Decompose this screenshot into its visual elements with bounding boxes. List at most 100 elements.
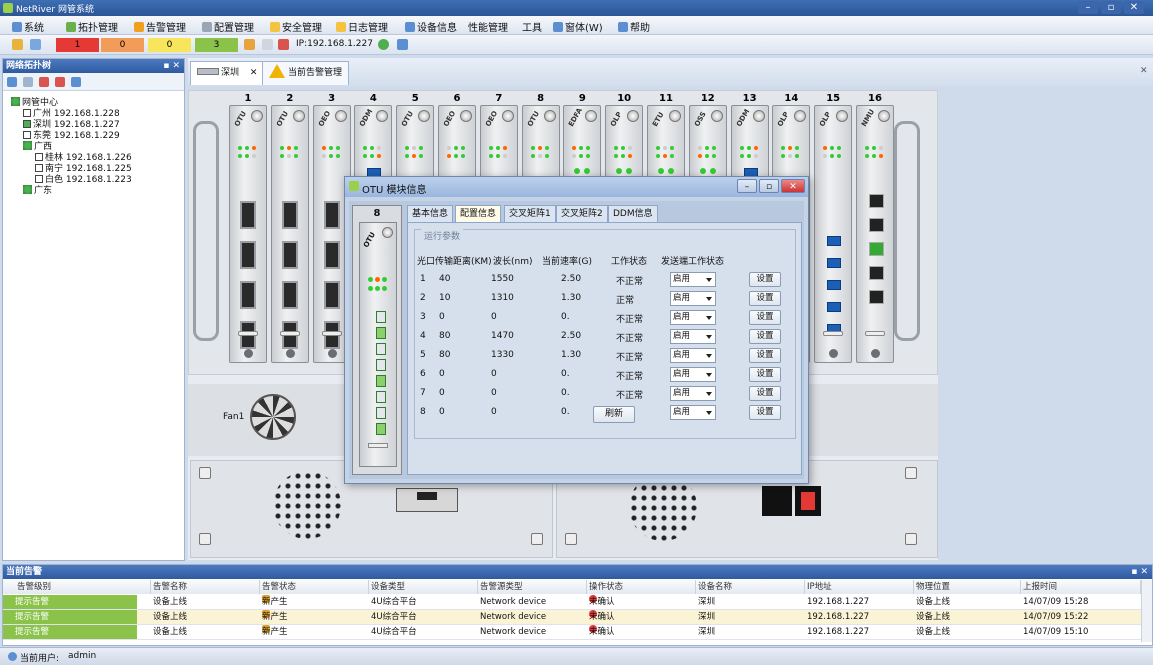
alarm-panel-close-icon[interactable]: ▪ ✕	[1131, 565, 1148, 579]
set-button[interactable]: 设置	[749, 329, 781, 344]
tab-current-alarms[interactable]: 当前告警管理	[262, 61, 350, 85]
menu-item-7[interactable]: 性能管理	[468, 19, 508, 34]
slot-card-16[interactable]: NMU	[856, 105, 894, 363]
fiber-port-icon[interactable]	[827, 258, 842, 268]
tx-state-select[interactable]: 启用	[670, 272, 716, 287]
menu-item-6[interactable]: 设备信息	[405, 19, 457, 34]
close-button[interactable]: ✕	[1124, 1, 1144, 14]
menu-item-4[interactable]: 安全管理	[270, 19, 322, 34]
fiber-port-icon[interactable]	[827, 280, 842, 290]
alarm-counter-2[interactable]: 0	[148, 38, 191, 52]
save-icon[interactable]	[12, 39, 23, 50]
set-button[interactable]: 设置	[749, 291, 781, 306]
refresh-icon[interactable]	[378, 39, 389, 50]
power-switch-icon[interactable]	[795, 486, 821, 516]
scrollbar[interactable]	[1141, 580, 1152, 642]
alarm-column-header[interactable]: 上报时间	[1021, 580, 1141, 594]
menu-item-9[interactable]: 窗体(W)	[553, 19, 603, 34]
fan-icon[interactable]	[250, 394, 296, 440]
alarm-column-header[interactable]: 操作状态	[587, 580, 696, 594]
sfp-port-icon[interactable]	[323, 201, 340, 229]
tx-state-select[interactable]: 启用	[670, 405, 716, 420]
menu-item-10[interactable]: 帮助	[618, 19, 650, 34]
dialog-tab-4[interactable]: DDM信息	[608, 205, 658, 223]
menu-item-8[interactable]: 工具	[522, 19, 542, 34]
refresh-tree-icon[interactable]	[71, 77, 81, 87]
set-button[interactable]: 设置	[749, 272, 781, 287]
ethernet-port-icon[interactable]	[869, 266, 884, 280]
tx-state-select[interactable]: 启用	[670, 329, 716, 344]
minimize-button[interactable]: –	[1078, 1, 1098, 14]
alarm-counter-3[interactable]: 3	[195, 38, 238, 52]
tx-state-select[interactable]: 启用	[670, 310, 716, 325]
set-button[interactable]: 设置	[749, 348, 781, 363]
refresh-button[interactable]: 刷新	[593, 406, 635, 423]
sfp-port-icon[interactable]	[240, 281, 256, 309]
remove-icon[interactable]	[23, 77, 33, 87]
alarm-column-header[interactable]: 设备名称	[696, 580, 805, 594]
menu-item-2[interactable]: 告警管理	[134, 19, 186, 34]
set-button[interactable]: 设置	[749, 367, 781, 382]
device-icon[interactable]	[262, 39, 273, 50]
set-button[interactable]: 设置	[749, 310, 781, 325]
ethernet-port-icon[interactable]	[869, 218, 884, 232]
tx-state-select[interactable]: 启用	[670, 367, 716, 382]
dialog-tab-0[interactable]: 基本信息	[407, 205, 454, 223]
sfp-port-icon[interactable]	[281, 281, 298, 309]
set-button[interactable]: 设置	[749, 405, 781, 420]
slot-card-1[interactable]: OTU	[229, 105, 267, 363]
alarm-row[interactable]: 提示告警 设备上线 新产生 4U综合平台 Network device 未确认 深圳 192.…	[3, 610, 1141, 625]
info-icon[interactable]	[397, 39, 408, 50]
alarm-counter-1[interactable]: 0	[101, 38, 144, 52]
slot-card-2[interactable]: OTU	[270, 105, 309, 363]
alarm-column-header[interactable]: IP地址	[805, 580, 914, 594]
panel-close-icon[interactable]: ▪ ✕	[163, 59, 180, 73]
add-icon[interactable]	[7, 77, 17, 87]
dialog-close-button[interactable]: ✕	[781, 179, 805, 193]
alarm-column-header[interactable]: 告警级别	[3, 580, 151, 594]
dialog-tab-2[interactable]: 交叉矩阵1	[504, 205, 556, 223]
fiber-port-icon[interactable]	[827, 302, 842, 312]
tree-node[interactable]: 广东	[23, 183, 52, 196]
ethernet-port-icon[interactable]	[869, 242, 884, 256]
dialog-tab-1[interactable]: 配置信息	[455, 205, 502, 223]
menu-item-3[interactable]: 配置管理	[202, 19, 254, 34]
close-all-icon[interactable]: ✕	[1140, 66, 1148, 76]
sound-icon[interactable]	[278, 39, 289, 50]
slot-card-15[interactable]: OLP	[814, 105, 853, 363]
fiber-port-icon[interactable]	[827, 236, 842, 246]
sfp-port-icon[interactable]	[281, 241, 298, 269]
ethernet-port-icon[interactable]	[869, 290, 884, 304]
menu-item-1[interactable]: 拓扑管理	[66, 19, 118, 34]
alarm-row[interactable]: 提示告警 设备上线 新产生 4U综合平台 Network device 未确认 深圳 192.…	[3, 625, 1141, 640]
power-switch-icon[interactable]	[396, 488, 458, 512]
tx-state-select[interactable]: 启用	[670, 348, 716, 363]
menu-item-5[interactable]: 日志管理	[336, 19, 388, 34]
dialog-maximize-button[interactable]: ▫	[759, 179, 779, 193]
alarm-column-header[interactable]: 告警状态	[260, 580, 369, 594]
dialog-minimize-button[interactable]: –	[737, 179, 757, 193]
alarm-icon[interactable]	[244, 39, 255, 50]
link-icon[interactable]	[39, 77, 49, 87]
ethernet-port-icon[interactable]	[869, 194, 884, 208]
sfp-port-icon[interactable]	[323, 281, 340, 309]
sfp-port-icon[interactable]	[240, 201, 256, 229]
alarm-column-header[interactable]: 物理位置	[914, 580, 1021, 594]
sfp-port-icon[interactable]	[323, 241, 340, 269]
set-button[interactable]: 设置	[749, 386, 781, 401]
alarm-row[interactable]: 提示告警 设备上线 新产生 4U综合平台 Network device 未确认 深圳 192.…	[3, 595, 1141, 610]
dialog-tab-3[interactable]: 交叉矩阵2	[556, 205, 608, 223]
tx-state-select[interactable]: 启用	[670, 386, 716, 401]
tab-shenzhen[interactable]: 深圳 ✕	[190, 61, 265, 85]
tx-state-select[interactable]: 启用	[670, 291, 716, 306]
power-socket-icon[interactable]	[762, 486, 792, 516]
topology-icon[interactable]	[30, 39, 41, 50]
alarm-counter-0[interactable]: 1	[56, 38, 99, 52]
tab-close-icon[interactable]: ✕	[250, 68, 258, 78]
alarm-column-header[interactable]: 设备类型	[369, 580, 478, 594]
sfp-port-icon[interactable]	[281, 201, 298, 229]
menu-item-0[interactable]: 系统	[12, 19, 44, 34]
unlink-icon[interactable]	[55, 77, 65, 87]
maximize-button[interactable]: ▫	[1101, 1, 1121, 14]
alarm-column-header[interactable]: 告警源类型	[478, 580, 587, 594]
